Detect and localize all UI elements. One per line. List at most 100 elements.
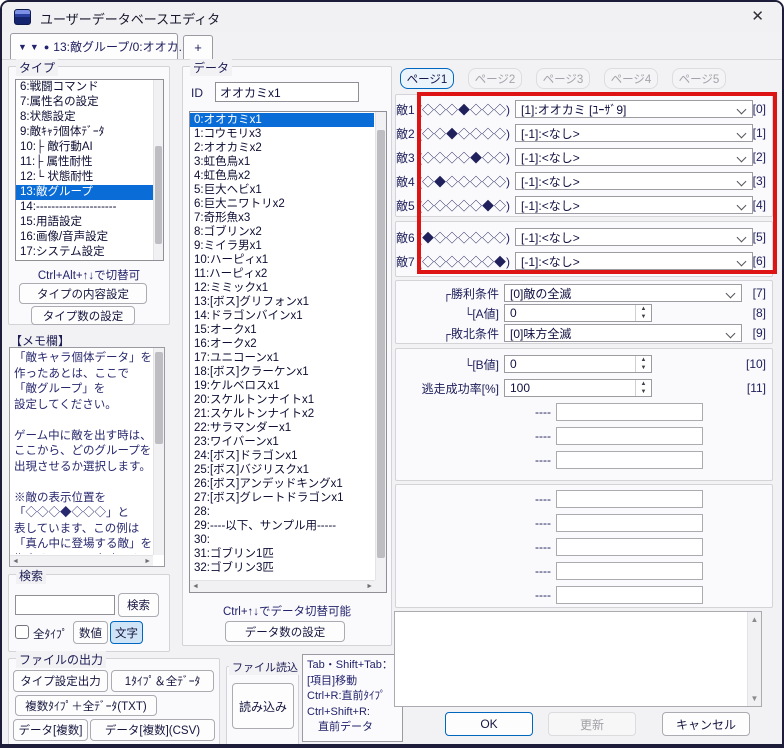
load-button[interactable]: 読み込み — [232, 683, 294, 729]
type-list-item[interactable]: 15:用語設定 — [16, 215, 163, 230]
type-count-button[interactable]: タイプ数の設定 — [31, 306, 135, 325]
multi-type-all-data-txt-button[interactable]: 複数ﾀｲﾌﾟ＋全ﾃﾞｰﾀ(TXT) — [15, 695, 157, 716]
data-list-item[interactable]: 27:[ボス]グレートドラゴンx1 — [190, 491, 374, 505]
data-list-item[interactable]: 25:[ボス]バジリスクx1 — [190, 463, 374, 477]
spinner-buttons[interactable]: ▲▼ — [635, 356, 651, 372]
type-list-scroll-thumb[interactable] — [155, 146, 162, 244]
type-down-arrow-icon[interactable]: ▼ — [18, 42, 27, 52]
text-input[interactable] — [556, 514, 703, 532]
id-input[interactable]: オオカミx1 — [215, 82, 359, 102]
scroll-left-icon[interactable]: ◄ — [192, 583, 199, 590]
type-list-item[interactable]: 9:敵ｷｬﾗ個体ﾃﾞｰﾀ — [16, 125, 163, 140]
data-down-arrow-icon[interactable]: ▼ — [30, 42, 39, 52]
dropdown[interactable]: [0]味方全滅 — [504, 324, 742, 342]
type-list-item[interactable]: 7:属性名の設定 — [16, 95, 163, 110]
data-multiple-csv-button[interactable]: データ[複数](CSV) — [90, 719, 215, 741]
type-list-item[interactable]: 6:戦闘コマンド — [16, 80, 163, 95]
data-list-item[interactable]: 1:コウモリx3 — [190, 127, 374, 141]
update-button[interactable]: 更新 — [548, 712, 636, 736]
data-multiple-button[interactable]: データ[複数] — [13, 719, 88, 741]
number-input[interactable]: 100▲▼ — [504, 379, 652, 397]
spin-up-icon[interactable]: ▲ — [636, 305, 651, 313]
type-settings-export-button[interactable]: タイプ設定出力 — [13, 670, 108, 692]
type-list-item[interactable]: 11:├ 属性耐性 — [16, 155, 163, 170]
all-type-checkbox[interactable] — [15, 625, 29, 639]
spin-up-icon[interactable]: ▲ — [636, 356, 651, 364]
spin-down-icon[interactable]: ▼ — [636, 313, 651, 321]
data-list-vscroll-thumb[interactable] — [377, 130, 385, 558]
memo-hscrollbar[interactable]: ◄ ► — [10, 555, 153, 566]
data-list-item[interactable]: 31:ゴブリン1匹 — [190, 547, 374, 561]
data-list-item[interactable]: 28: — [190, 505, 374, 519]
type-list-item[interactable]: 14:--------------------- — [16, 200, 163, 215]
data-list-hscrollbar[interactable]: ◄ ► — [190, 580, 375, 592]
scroll-down-icon[interactable]: ▼ — [751, 694, 759, 703]
memo-box[interactable]: 「敵キャラ個体データ」を作ったあとは、ここで「敵グループ」を設定してください。 … — [9, 347, 165, 567]
data-list-item[interactable]: 32:ゴブリン3匹 — [190, 561, 374, 575]
data-list-item[interactable]: 29:----以下、サンプル用----- — [190, 519, 374, 533]
spinner-buttons[interactable]: ▲▼ — [635, 380, 651, 396]
page-tab-2[interactable]: ページ2 — [468, 68, 522, 89]
document-tab[interactable]: ▼ ▼ ● 13:敵グループ/0:オオカ.. — [10, 33, 178, 59]
type-list-item[interactable]: 10:├ 敵行動AI — [16, 140, 163, 155]
add-tab-button[interactable]: + — [183, 35, 213, 59]
type-list-item[interactable]: 13:敵グループ — [16, 185, 163, 200]
dropdown[interactable]: [-1]:<なし> — [515, 124, 753, 142]
text-search-button[interactable]: 文字 — [110, 621, 143, 644]
text-input[interactable] — [556, 403, 703, 421]
title-bar[interactable]: ユーザーデータベースエディタ ✕ — [2, 2, 782, 32]
data-list-item[interactable]: 3:虹色鳥x1 — [190, 155, 374, 169]
data-list-item[interactable]: 22:サラマンダーx1 — [190, 421, 374, 435]
data-list-item[interactable]: 19:ケルベロスx1 — [190, 379, 374, 393]
scroll-right-icon[interactable]: ► — [366, 583, 373, 590]
number-input[interactable]: 0▲▼ — [504, 355, 652, 373]
data-list-item[interactable]: 4:虹色鳥x2 — [190, 169, 374, 183]
page-tab-3[interactable]: ページ3 — [536, 68, 590, 89]
textarea-scrollbar[interactable]: ▲ ▼ — [747, 612, 761, 706]
dropdown[interactable]: [-1]:<なし> — [515, 228, 753, 246]
text-input[interactable] — [556, 586, 703, 604]
type-list-item[interactable]: 16:画像/音声設定 — [16, 230, 163, 245]
spin-down-icon[interactable]: ▼ — [636, 388, 651, 396]
data-list-item[interactable]: 14:ドラゴンバインx1 — [190, 309, 374, 323]
data-list-item[interactable]: 7:奇形魚x3 — [190, 211, 374, 225]
scroll-right-icon[interactable]: ► — [144, 558, 151, 565]
memo-vscroll-thumb[interactable] — [155, 352, 163, 444]
data-list[interactable]: 0:オオカミx11:コウモリx32:オオカミx23:虹色鳥x14:虹色鳥x25:… — [189, 111, 387, 593]
data-list-item[interactable]: 2:オオカミx2 — [190, 141, 374, 155]
dropdown[interactable]: [-1]:<なし> — [515, 148, 753, 166]
scroll-left-icon[interactable]: ◄ — [12, 558, 19, 565]
text-input[interactable] — [556, 490, 703, 508]
data-list-item[interactable]: 26:[ボス]アンデッドキングx1 — [190, 477, 374, 491]
memo-textarea[interactable]: ▲ ▼ — [394, 611, 762, 707]
type-list-scrollbar[interactable] — [153, 80, 163, 260]
dropdown[interactable]: [1]:オオカミ [ﾕｰｻﾞ9] — [515, 100, 753, 118]
search-input[interactable] — [15, 595, 115, 615]
numeric-search-button[interactable]: 数値 — [73, 621, 108, 644]
type-list-item[interactable]: 8:状態設定 — [16, 110, 163, 125]
ok-button[interactable]: OK — [445, 712, 533, 736]
spinner-buttons[interactable]: ▲▼ — [635, 305, 651, 321]
data-list-item[interactable]: 24:[ボス]ドラゴンx1 — [190, 449, 374, 463]
spin-up-icon[interactable]: ▲ — [636, 380, 651, 388]
type-list-item[interactable]: 12:└ 状態耐性 — [16, 170, 163, 185]
scroll-up-icon[interactable]: ▲ — [751, 615, 759, 624]
page-tab-5[interactable]: ページ5 — [672, 68, 726, 89]
data-list-item[interactable]: 20:スケルトンナイトx1 — [190, 393, 374, 407]
data-list-item[interactable]: 16:オークx2 — [190, 337, 374, 351]
memo-vscrollbar[interactable] — [153, 348, 164, 555]
data-list-item[interactable]: 8:ゴブリンx2 — [190, 225, 374, 239]
data-list-item[interactable]: 21:スケルトンナイトx2 — [190, 407, 374, 421]
text-input[interactable] — [556, 451, 703, 469]
dropdown[interactable]: [-1]:<なし> — [515, 172, 753, 190]
type-list[interactable]: 6:戦闘コマンド7:属性名の設定8:状態設定9:敵ｷｬﾗ個体ﾃﾞｰﾀ10:├ 敵… — [15, 79, 164, 261]
data-list-item[interactable]: 0:オオカミx1 — [190, 113, 374, 127]
data-list-item[interactable]: 13:[ボス]グリフォンx1 — [190, 295, 374, 309]
dropdown[interactable]: [0]敵の全滅 — [504, 284, 742, 302]
close-icon[interactable]: ✕ — [751, 7, 764, 25]
data-list-item[interactable]: 17:ユニコーンx1 — [190, 351, 374, 365]
data-list-item[interactable]: 12:ミミックx1 — [190, 281, 374, 295]
text-input[interactable] — [556, 562, 703, 580]
data-list-item[interactable]: 18:[ボス]クラーケンx1 — [190, 365, 374, 379]
data-count-button[interactable]: データ数の設定 — [225, 621, 345, 642]
